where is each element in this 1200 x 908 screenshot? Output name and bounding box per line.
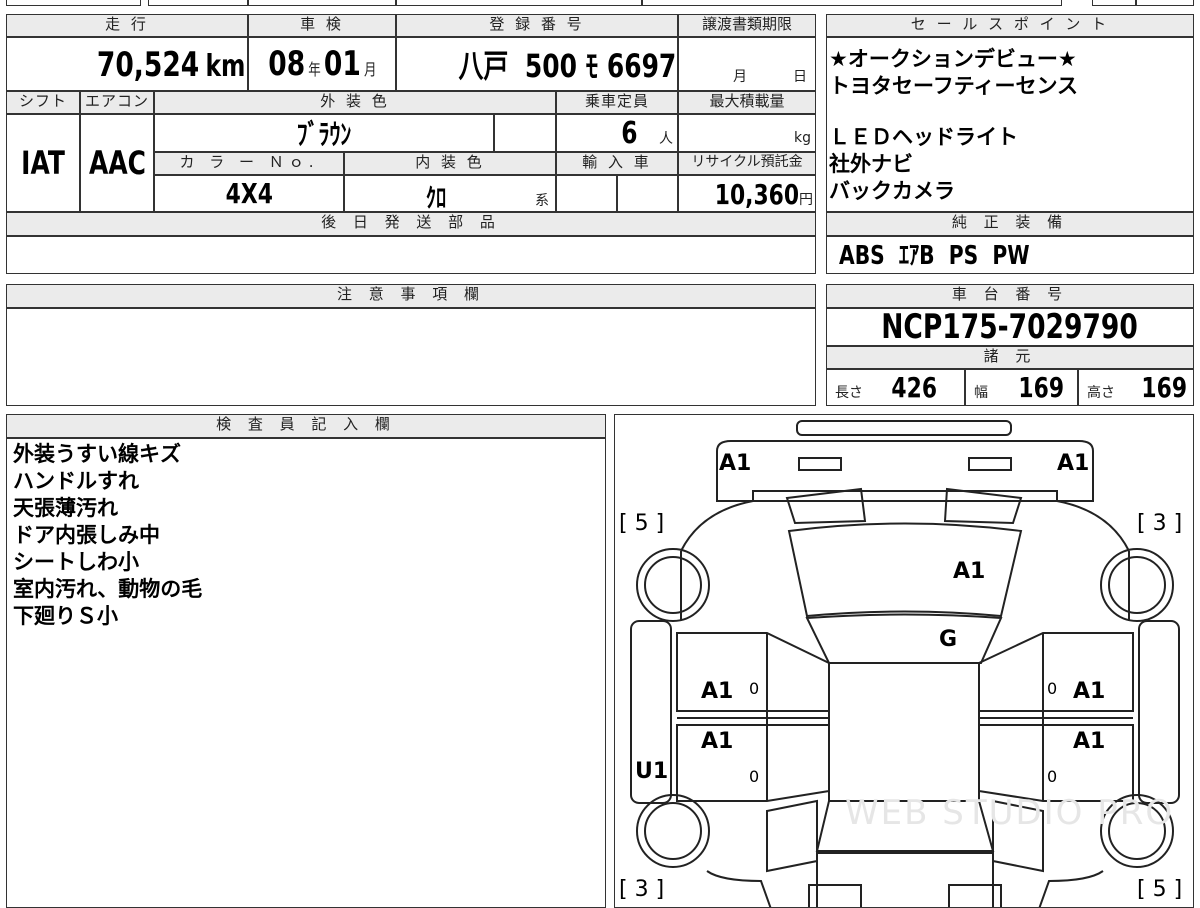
mark-door-rear-right: A1 [1073, 729, 1106, 754]
notes-box [6, 308, 816, 406]
import-header: 輸 入 車 [556, 152, 678, 175]
mileage-value: 70,524 km [96, 45, 245, 85]
sales-point-2: トヨタセーフティーセンス [829, 74, 1079, 98]
specs-header: 諸 元 [826, 346, 1194, 369]
registration-header: 登 録 番 号 [396, 14, 678, 37]
exterior-value: ﾌﾞﾗｳﾝ [296, 118, 352, 151]
spec-length-cell: 長さ 426 [826, 369, 965, 406]
mark-zero-1: 0 [749, 679, 760, 698]
capacity-cell: 6 人 [556, 114, 678, 152]
diagram-watermark: WEB STUDIO PRO [845, 793, 1175, 833]
transfer-cell: 月 日 [678, 37, 816, 91]
inspector-note-5: シートしわ小 [13, 550, 139, 574]
color-no-value: 4X4 [225, 177, 273, 210]
interior-value: ｸﾛ [425, 184, 447, 212]
exterior-header: 外 装 色 [154, 91, 556, 114]
inspection-header: 車 検 [248, 14, 396, 37]
top-strip [0, 0, 1200, 6]
mileage-cell: 70,524 km [6, 37, 248, 91]
sales-point-4: ＬＥＤヘッドライト [829, 125, 1018, 149]
exterior-cell: ﾌﾞﾗｳﾝ [154, 114, 494, 152]
notes-header: 注 意 事 項 欄 [6, 284, 816, 308]
interior-cell: ｸﾛ 系 [344, 175, 556, 212]
inspector-note-1: 外装うすい線キズ [13, 442, 181, 466]
later-parts-header: 後 日 発 送 部 品 [6, 212, 816, 236]
sales-point-5: 社外ナビ [829, 152, 913, 176]
chassis-value: NCP175-7029790 [881, 307, 1139, 347]
tire-rear-right: [ 5 ] [1137, 877, 1183, 902]
tire-front-left: [ 5 ] [619, 511, 665, 536]
mark-hood: A1 [953, 559, 986, 584]
mark-windshield: G [939, 627, 958, 652]
spec-height-cell: 高さ 169 [1078, 369, 1194, 406]
registration-cell: 八戸 500 ﾓ 6697 [396, 37, 678, 91]
recycle-cell: 10,360円 [678, 175, 816, 212]
aircon-value: AAC [88, 144, 146, 182]
shift-cell: IAT [6, 114, 80, 212]
mark-zero-3: 0 [749, 767, 760, 786]
color-no-cell: 4X4 [154, 175, 344, 212]
shift-header: シフト [6, 91, 80, 114]
sales-point-1: ★オークションデビュー★ [829, 47, 1077, 71]
mark-door-rear-left: A1 [701, 729, 734, 754]
registration-number: 500 ﾓ 6697 [524, 47, 677, 85]
inspection-cell: 08 年01 月 [248, 37, 396, 91]
sales-point-6: バックカメラ [829, 179, 955, 203]
mark-zero-2: 0 [1047, 679, 1058, 698]
spec-width-value: 169 [1018, 371, 1065, 404]
inspection-month: 01 [323, 44, 361, 84]
mark-zero-4: 0 [1047, 767, 1058, 786]
equipment-box: ABS ｴｱB PS PW [826, 236, 1194, 274]
import-cell-1 [556, 175, 617, 212]
mark-door-front-left: A1 [701, 679, 734, 704]
mileage-header: 走 行 [6, 14, 248, 37]
max-load-cell: kg [678, 114, 816, 152]
inspector-note-4: ドア内張しみ中 [13, 523, 160, 547]
exterior-extra-cell [494, 114, 556, 152]
color-no-header: カ ラ ー Ｎｏ. [154, 152, 344, 175]
sales-points-box: ★オークションデビュー★ トヨタセーフティーセンス ＬＥＤヘッドライト 社外ナビ… [826, 37, 1194, 212]
tire-front-right: [ 3 ] [1137, 511, 1183, 536]
sales-points-header: セ ー ル ス ポ イ ン ト [826, 14, 1194, 37]
aircon-header: エアコン [80, 91, 154, 114]
mark-front-left: A1 [719, 451, 752, 476]
car-outline [630, 420, 1180, 907]
mark-door-front-right: A1 [1073, 679, 1106, 704]
inspection-year: 08 [267, 44, 305, 84]
chassis-header: 車 台 番 号 [826, 284, 1194, 308]
equipment-value: ABS ｴｱB PS PW [839, 241, 1030, 271]
equipment-header: 純 正 装 備 [826, 212, 1194, 236]
mark-front-right: A1 [1057, 451, 1090, 476]
spec-width-cell: 幅 169 [965, 369, 1078, 406]
spec-length-value: 426 [891, 371, 938, 404]
mark-side-left: U1 [635, 759, 669, 784]
recycle-header: リサイクル預託金 [678, 152, 816, 175]
inspector-header: 検 査 員 記 入 欄 [6, 414, 606, 438]
spec-height-value: 169 [1141, 371, 1188, 404]
inspector-note-3: 天張薄汚れ [13, 496, 118, 520]
interior-header: 内 装 色 [344, 152, 556, 175]
later-parts-box [6, 236, 816, 274]
shift-value: IAT [21, 144, 65, 182]
car-diagram: WEB STUDIO PRO A1 A1 A1 G A1 A1 A1 A1 U1… [614, 414, 1194, 908]
tire-rear-left: [ 3 ] [619, 877, 665, 902]
transfer-header: 譲渡書類期限 [678, 14, 816, 37]
inspector-box: 外装うすい線キズ ハンドルすれ 天張薄汚れ ドア内張しみ中 シートしわ小 室内汚… [6, 438, 606, 908]
capacity-value: 6 [621, 116, 638, 151]
inspector-note-7: 下廻りＳ小 [13, 604, 118, 628]
inspector-note-2: ハンドルすれ [13, 469, 139, 493]
import-cell-2 [617, 175, 678, 212]
aircon-cell: AAC [80, 114, 154, 212]
capacity-header: 乗車定員 [556, 91, 678, 114]
registration-region: 八戸 [458, 47, 509, 85]
chassis-box: NCP175-7029790 [826, 307, 1194, 347]
sales-point-3 [829, 100, 1193, 124]
recycle-value: 10,360 [714, 178, 799, 211]
inspector-note-6: 室内汚れ、動物の毛 [13, 577, 203, 601]
max-load-header: 最大積載量 [678, 91, 816, 114]
